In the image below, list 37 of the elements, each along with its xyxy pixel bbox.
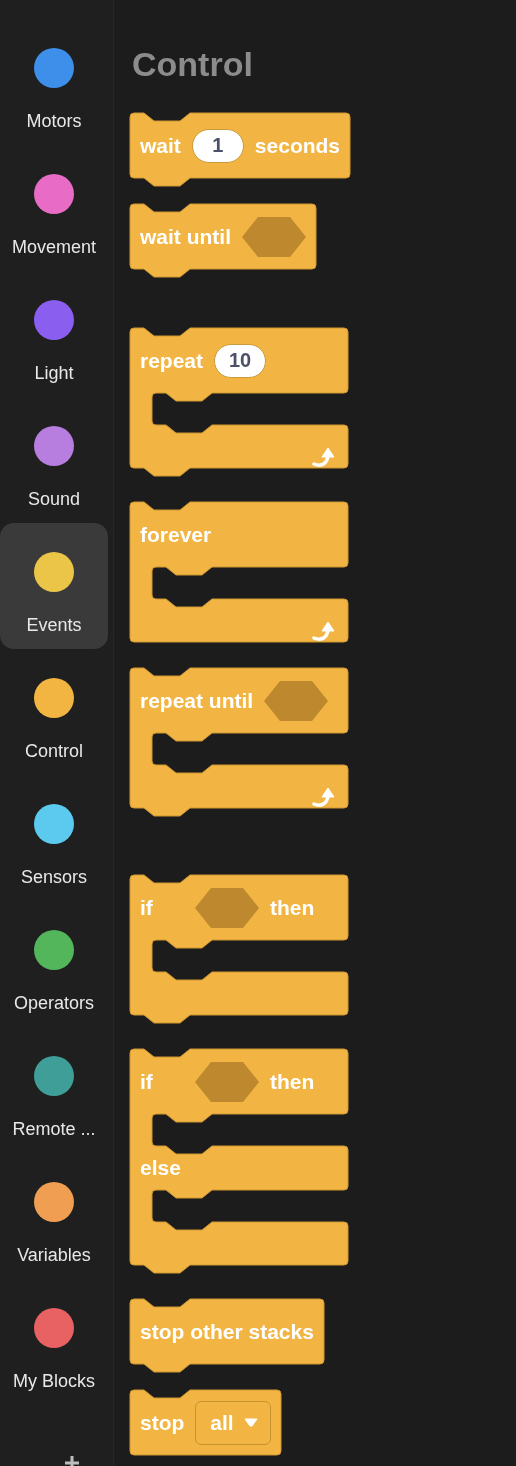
block-label: else	[140, 1156, 182, 1180]
category-item[interactable]: Movement	[0, 145, 108, 271]
block-label: repeat	[140, 348, 204, 373]
code-block[interactable]	[129, 1298, 325, 1373]
category-item[interactable]: Motors	[0, 19, 108, 145]
block-label: seconds	[254, 133, 341, 158]
category-item[interactable]: Control	[0, 649, 108, 775]
block-label: then	[270, 895, 315, 920]
boolean-slot	[195, 887, 259, 928]
block-label: repeat until	[140, 688, 254, 713]
caret-icon	[243, 1418, 258, 1427]
category-item[interactable]: Operators	[0, 901, 108, 1027]
category-item[interactable]: Light	[0, 271, 108, 397]
category-title: Control	[132, 44, 254, 84]
block-label: wait until	[140, 224, 231, 249]
block-label: stop	[140, 1410, 185, 1435]
block-label: forever	[140, 522, 212, 547]
category-item[interactable]: Variables	[0, 1153, 108, 1279]
boolean-slot	[264, 680, 329, 721]
block-label: if	[140, 1069, 154, 1094]
code-block[interactable]	[129, 327, 349, 477]
code-block[interactable]	[129, 1048, 349, 1274]
code-block[interactable]	[129, 874, 349, 1024]
block-label: wait	[140, 133, 181, 158]
boolean-slot	[242, 216, 306, 257]
category-item[interactable]: Events	[0, 523, 108, 649]
category-item[interactable]: Sound	[0, 397, 108, 523]
block-label: stop other stacks	[140, 1319, 314, 1344]
category-item[interactable]: Remote ...	[0, 1027, 108, 1153]
code-block[interactable]	[129, 667, 349, 817]
block-label: if	[140, 895, 154, 920]
boolean-slot	[195, 1061, 259, 1102]
code-block[interactable]	[129, 501, 349, 643]
category-item[interactable]: My Blocks	[0, 1279, 108, 1394]
code-block[interactable]	[129, 112, 351, 187]
category-item[interactable]: Sensors	[0, 775, 108, 901]
block-label: then	[270, 1069, 315, 1094]
